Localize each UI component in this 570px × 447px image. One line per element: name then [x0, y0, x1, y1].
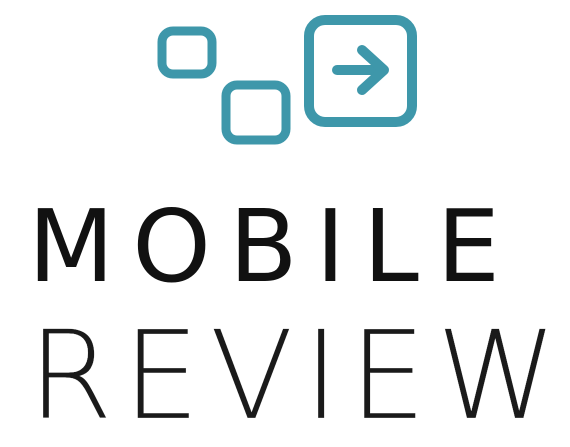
brand-word-review: REVIEW: [28, 304, 568, 447]
brand-word-mobile: MOBILE: [28, 188, 518, 305]
medium-square-icon: [221, 80, 291, 145]
small-square-icon: [157, 26, 217, 79]
brand-line-review: REVIEW: [28, 314, 557, 436]
arrow-right-icon: [332, 45, 389, 95]
brand-line-mobile: MOBILE: [28, 197, 548, 297]
logo-mark: [157, 15, 417, 145]
